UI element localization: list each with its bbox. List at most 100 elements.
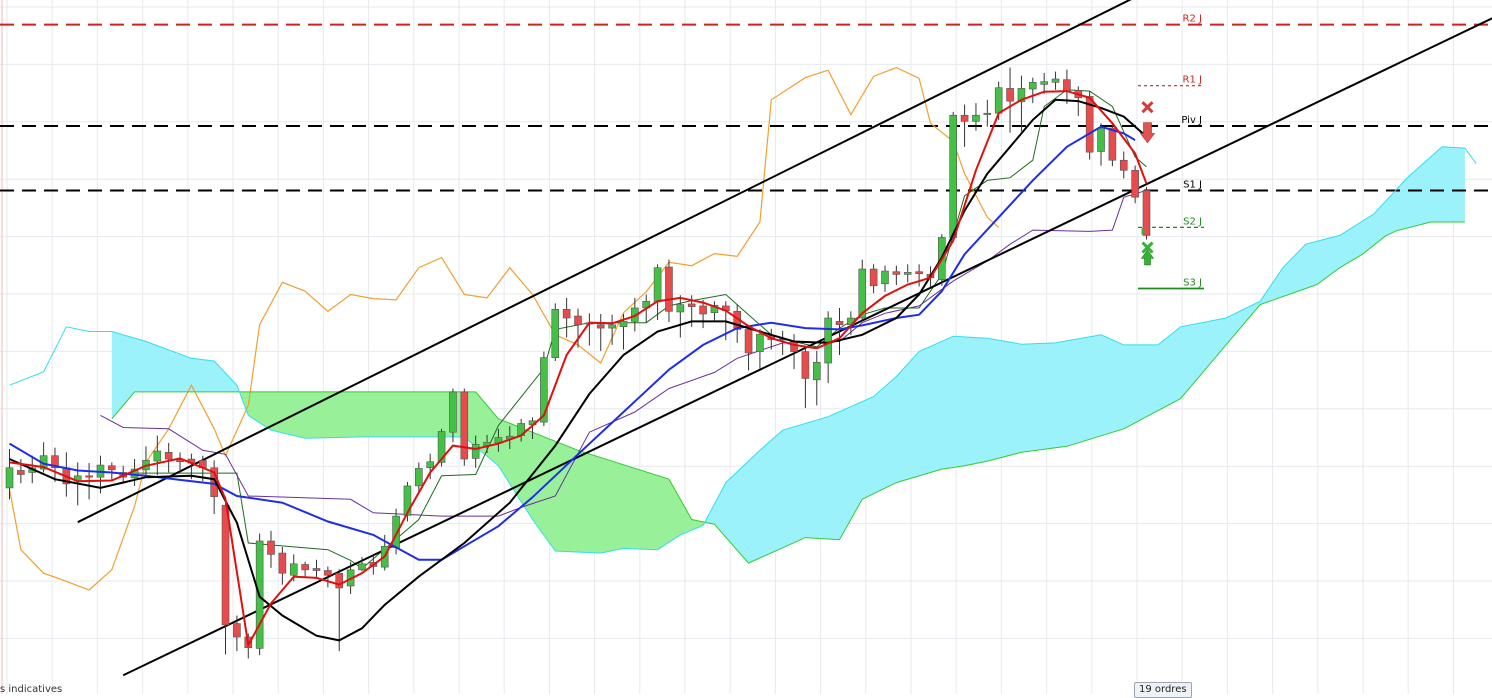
level-label-s3-j: S3 J [1183,277,1202,288]
candle-body [869,268,878,287]
candle-body [289,563,298,576]
candle-body [301,564,309,571]
candle-up [1029,77,1037,104]
candle-body [335,572,344,589]
candle-body [471,443,480,459]
chart-area[interactable]: R2 J R1 J Piv J S1 J S2 J S3 J 19 ordres s in… [0,0,1492,698]
candle-body [983,112,992,115]
candle-body [949,114,958,238]
candle-body [1108,127,1117,161]
level-label-r2-j: R2 J [1183,14,1202,25]
indicative-prices-note: s indicatives [0,684,63,695]
level-label-piv-j: Piv J [1181,115,1202,126]
candle-down [164,442,173,473]
candle-up [608,314,616,345]
candle-body [699,305,707,315]
level-label-r1-j: R1 J [1183,75,1202,86]
candle-up [585,313,594,346]
candle-body [744,329,753,354]
cloud-bullish-area [239,391,706,554]
candle-body [619,321,628,328]
trend-channel [77,0,1492,677]
candle-body [915,271,923,275]
candle-down [801,345,810,409]
candle-body [574,315,582,326]
candle-body [153,450,162,462]
candle-up [756,329,764,370]
candle-body [596,324,605,329]
candle-down [869,264,878,294]
candle-body [562,309,571,319]
candle-down [665,259,673,323]
candle-down [1131,165,1139,204]
candle-body [1097,127,1105,152]
candle-down [835,307,844,355]
candle-up [949,111,958,241]
candle-body [85,475,93,478]
candle-body [5,467,14,489]
cloud-bearish-area [705,146,1465,564]
candle-body [540,357,548,423]
candle-body [1040,81,1048,85]
candle-body [1119,159,1128,171]
candle-down [1119,151,1128,179]
candle-up [1097,123,1105,166]
level-label-s2-j: S2 J [1183,216,1202,227]
candle-body [756,333,764,352]
candle-body [108,465,116,471]
candle-up [551,303,560,362]
candle-body [972,114,980,122]
candle-body [233,623,241,638]
candle-down [562,297,571,338]
candle-down [790,334,798,370]
candle-body [903,272,912,275]
candle-down [278,547,287,585]
candle-body [812,362,821,381]
candle-body [460,391,469,460]
candle-body [358,563,366,571]
candle-body [801,351,810,379]
candle-down [1063,69,1071,104]
candle-up [710,301,719,321]
candle-up [903,264,912,283]
candle-down [1006,67,1014,133]
candle-body [676,304,685,313]
candle-down [915,264,923,287]
candle-up [983,99,992,127]
candle-up [881,265,889,292]
candle-body [415,468,423,487]
orders-badge[interactable]: 19 ordres [1134,682,1192,698]
candle-body [551,309,560,358]
candle-body [324,570,332,576]
price-chart[interactable]: R2 J R1 J Piv J S1 J S2 J S3 J [0,0,1492,694]
cloud-bearish-area [111,331,240,419]
level-label-s1-j: S1 J [1183,179,1202,190]
candle-body [1051,78,1060,83]
candle-up [1017,75,1026,132]
candle-down [301,561,309,578]
candle-body [608,324,616,329]
candle-body [17,470,25,475]
sell-cross-icon [1141,101,1154,114]
candle-body [824,317,832,364]
candle-body [221,505,230,626]
candle-body [164,452,173,460]
candle-body [790,341,798,352]
candle-down [892,265,901,286]
candle-body [1063,79,1071,92]
candle-down [312,559,321,579]
candle-up [653,264,662,321]
candle-body [1131,170,1139,198]
candle-body [1029,82,1037,90]
candle-body [881,270,889,285]
candle-body [960,114,969,122]
pivot-levels: R2 J R1 J Piv J S1 J S2 J S3 J [0,14,1492,290]
candle-down [267,530,275,568]
candle-down [596,314,605,351]
candle-body [892,271,901,275]
candle-body [994,87,1003,114]
candle-down [960,104,969,147]
candle-body [426,461,434,469]
candle-down [210,460,218,515]
candle-body [312,568,321,571]
